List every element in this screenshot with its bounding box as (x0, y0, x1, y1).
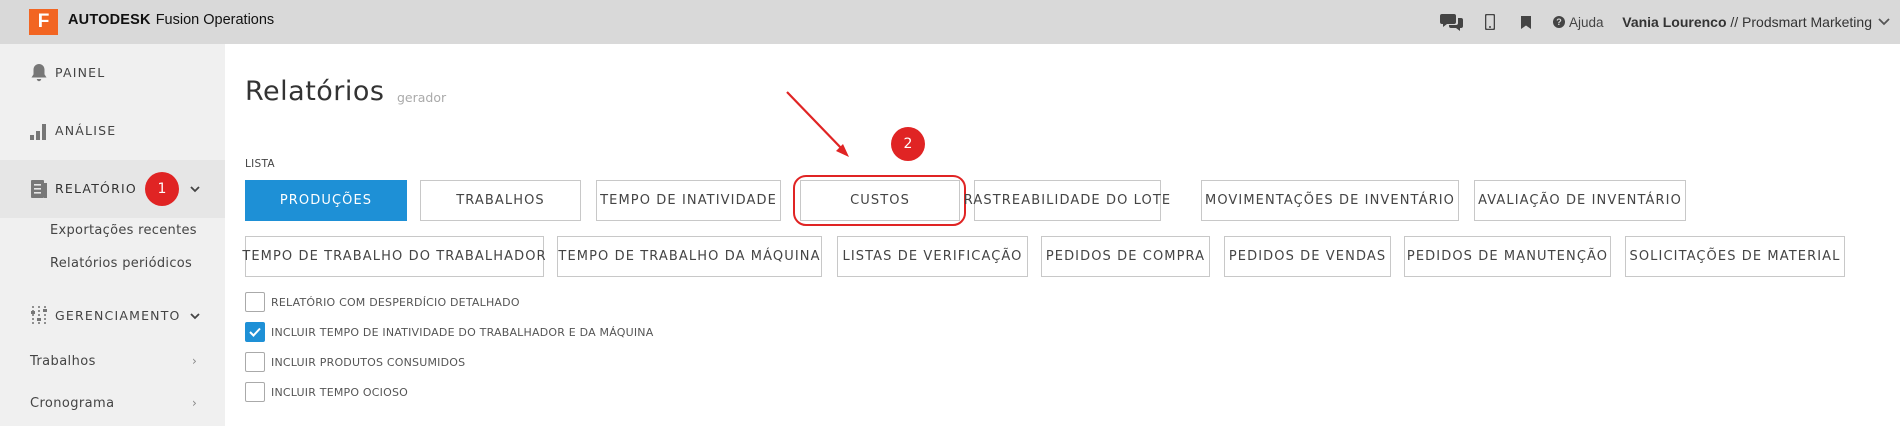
custos-highlight (793, 175, 966, 226)
company-name: // Prodsmart Marketing (1726, 14, 1872, 30)
page-subtitle: gerador (397, 90, 447, 105)
report-type-rastreabilidade[interactable]: RASTREABILIDADE DO LOTE (964, 180, 1170, 221)
sidebar: PAINEL ANÁLISE RELATÓRIO 1 Exportações r… (0, 44, 225, 426)
option-produtos-consumidos[interactable]: INCLUIR PRODUTOS CONSUMIDOS (245, 352, 465, 372)
checkbox[interactable] (245, 352, 265, 372)
app-title: AUTODESK Fusion Operations (68, 12, 274, 28)
report-type-producoes[interactable]: PRODUÇÕES (245, 180, 407, 221)
checkmark-icon (249, 327, 261, 337)
top-bar: F AUTODESK Fusion Operations ? Ajuda Vani… (0, 0, 1900, 44)
mobile-icon[interactable] (1472, 0, 1508, 44)
report-type-tempo-maquina[interactable]: TEMPO DE TRABALHO DA MÁQUINA (557, 236, 822, 277)
bar-chart-icon (29, 120, 49, 142)
option-label: INCLUIR TEMPO OCIOSO (271, 385, 408, 399)
help-label: Ajuda (1568, 14, 1604, 30)
sidebar-label-gerenciamento: GERENCIAMENTO (55, 308, 181, 323)
help-icon: ? (1552, 16, 1565, 28)
sidebar-sub-periodicos[interactable]: Relatórios periódicos (50, 256, 192, 271)
option-tempo-inatividade[interactable]: INCLUIR TEMPO DE INATIVIDADE DO TRABALHA… (245, 322, 653, 342)
list-label: LISTA (245, 158, 275, 170)
sidebar-item-trabalhos[interactable]: Trabalhos › (0, 341, 225, 383)
chevron-down-icon (190, 313, 200, 320)
fusion-logo: F (29, 9, 58, 35)
sidebar-label-trabalhos: Trabalhos (30, 354, 96, 369)
annotation-arrow (786, 91, 849, 157)
chevron-down-icon (190, 186, 200, 193)
report-type-pedidos-vendas[interactable]: PEDIDOS DE VENDAS (1224, 236, 1391, 277)
chevron-down-icon (1878, 18, 1890, 26)
checkbox[interactable] (245, 382, 265, 402)
help-link[interactable]: ? Ajuda (1544, 0, 1612, 44)
sliders-icon (29, 305, 49, 327)
report-type-solicitacoes[interactable]: SOLICITAÇÕES DE MATERIAL (1625, 236, 1845, 277)
report-type-avaliacao[interactable]: AVALIAÇÃO DE INVENTÁRIO (1474, 180, 1686, 221)
report-type-movimentacoes[interactable]: MOVIMENTAÇÕES DE INVENTÁRIO (1201, 180, 1459, 221)
report-type-pedidos-compra[interactable]: PEDIDOS DE COMPRA (1041, 236, 1210, 277)
report-type-pedidos-manutencao[interactable]: PEDIDOS DE MANUTENÇÃO (1404, 236, 1611, 277)
sidebar-item-gerenciamento[interactable]: GERENCIAMENTO (0, 291, 225, 341)
report-type-tempo-inatividade[interactable]: TEMPO DE INATIVIDADE (596, 180, 781, 221)
sidebar-item-cronograma[interactable]: Cronograma › (0, 383, 225, 425)
chevron-right-icon: › (192, 354, 197, 368)
sidebar-item-relatorio[interactable]: RELATÓRIO 1 (0, 160, 225, 218)
report-type-trabalhos[interactable]: TRABALHOS (420, 180, 581, 221)
sidebar-item-painel[interactable]: PAINEL (0, 44, 225, 102)
page-title: Relatórios (245, 76, 385, 107)
option-desperdicio[interactable]: RELATÓRIO COM DESPERDÍCIO DETALHADO (245, 292, 520, 312)
chevron-right-icon: › (192, 396, 197, 410)
user-menu[interactable]: Vania Lourenco // Prodsmart Marketing (1612, 0, 1890, 44)
top-right-actions: ? Ajuda Vania Lourenco // Prodsmart Mark… (1432, 0, 1890, 44)
checkbox[interactable] (245, 292, 265, 312)
report-type-listas-verificacao[interactable]: LISTAS DE VERIFICAÇÃO (837, 236, 1028, 277)
brand-autodesk: AUTODESK (68, 12, 151, 28)
checkbox-checked[interactable] (245, 322, 265, 342)
step-badge-1: 1 (145, 172, 179, 206)
sidebar-label-relatorio: RELATÓRIO (55, 181, 137, 196)
sidebar-sub-exportacoes[interactable]: Exportações recentes (50, 223, 197, 238)
option-label: INCLUIR TEMPO DE INATIVIDADE DO TRABALHA… (271, 325, 654, 339)
report-icon (29, 178, 49, 200)
report-type-tempo-trabalhador[interactable]: TEMPO DE TRABALHO DO TRABALHADOR (242, 236, 546, 277)
option-label: RELATÓRIO COM DESPERDÍCIO DETALHADO (271, 295, 520, 309)
bookmark-icon[interactable] (1508, 0, 1544, 44)
sidebar-item-analise[interactable]: ANÁLISE (0, 102, 225, 160)
brand-product: Fusion Operations (155, 12, 275, 28)
step-badge-2: 2 (891, 127, 925, 161)
user-name: Vania Lourenco (1622, 14, 1727, 30)
sidebar-label-painel: PAINEL (55, 65, 106, 80)
sidebar-label-analise: ANÁLISE (55, 123, 117, 138)
chat-icon[interactable] (1432, 0, 1472, 44)
option-label: INCLUIR PRODUTOS CONSUMIDOS (271, 355, 466, 369)
sidebar-label-cronograma: Cronograma (30, 396, 115, 411)
option-tempo-ocioso[interactable]: INCLUIR TEMPO OCIOSO (245, 382, 408, 402)
bell-icon (29, 62, 49, 84)
